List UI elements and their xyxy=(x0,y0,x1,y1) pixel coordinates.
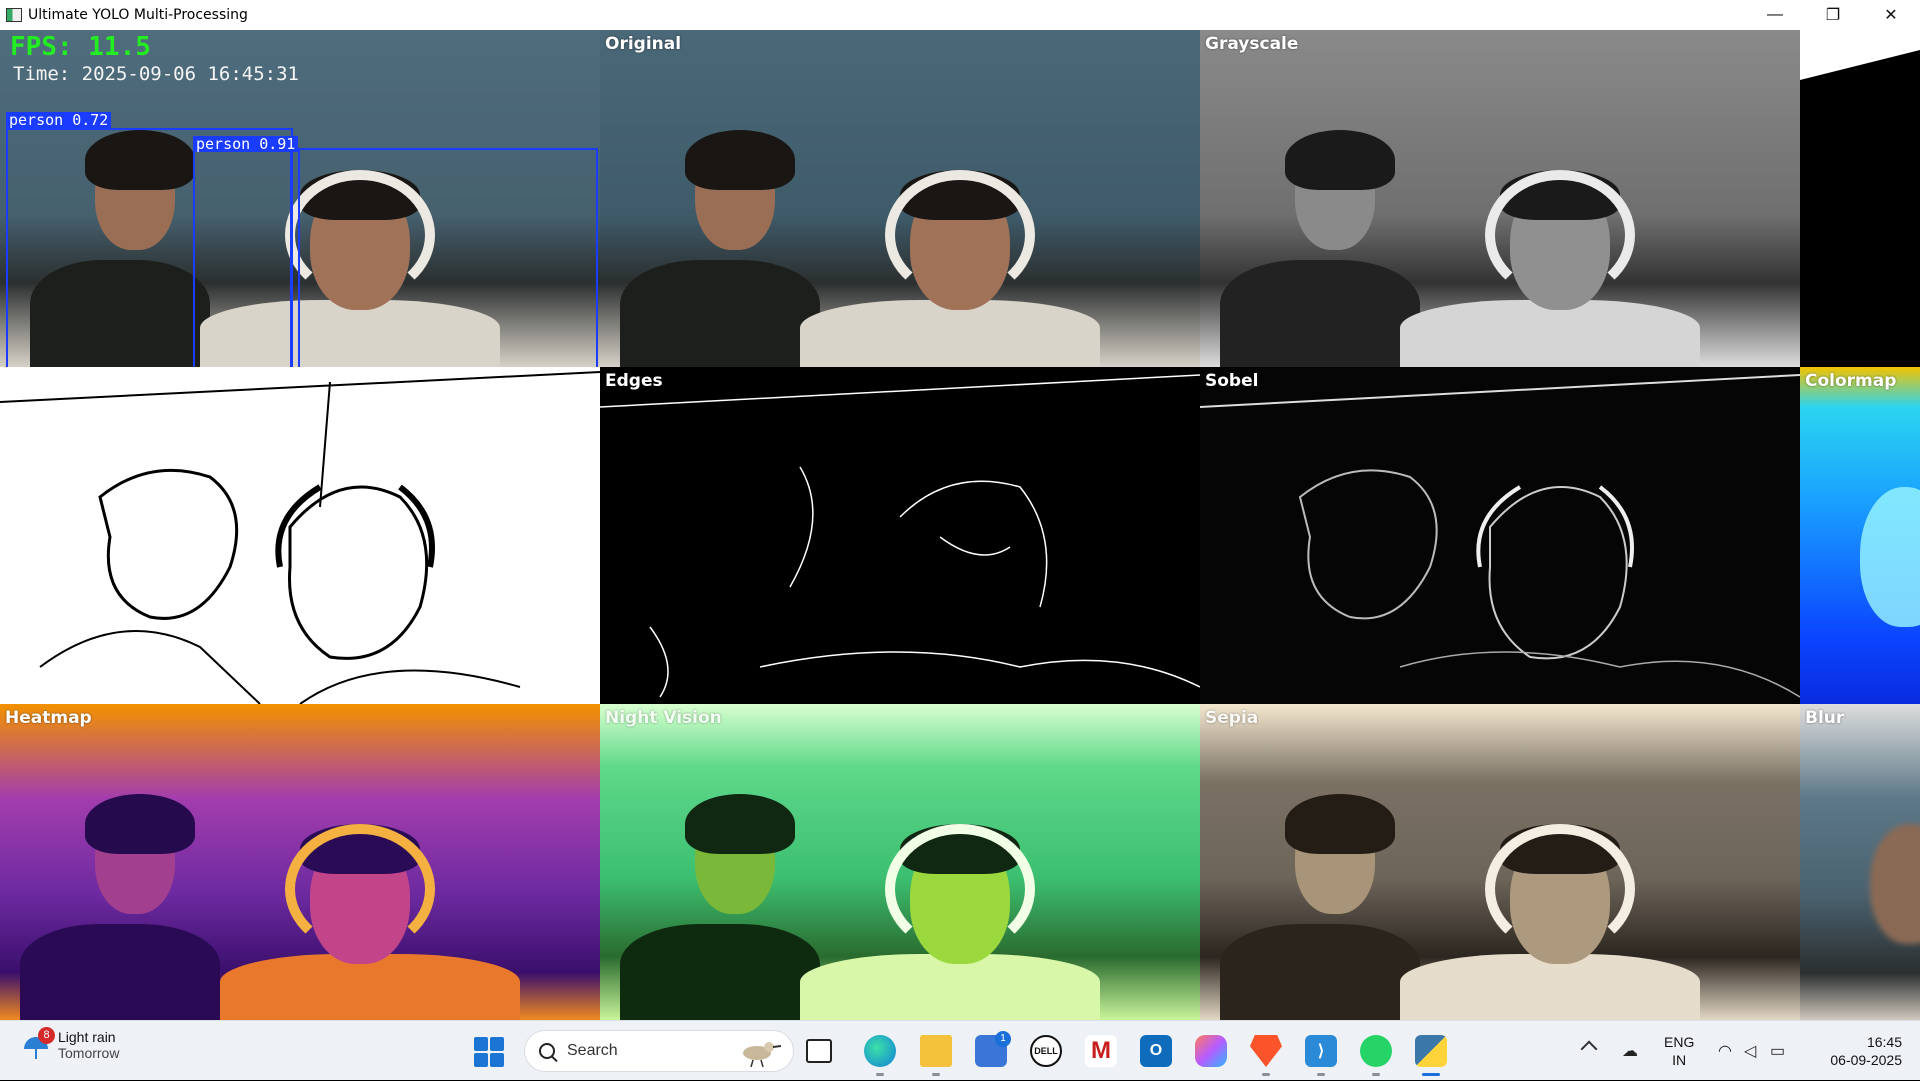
maximize-button[interactable]: ❐ xyxy=(1804,0,1862,30)
mcafee-icon[interactable]: M xyxy=(1085,1035,1117,1067)
search-placeholder: Search xyxy=(567,1042,618,1059)
heatmap-tile: Heatmap xyxy=(0,704,600,1020)
tile-label-sobel: Sobel xyxy=(1205,371,1259,391)
tile-label-edges: Edges xyxy=(605,371,663,391)
tile-label-grayscale: Grayscale xyxy=(1205,34,1299,54)
taskbar-clock[interactable]: 16:45 06-09-2025 xyxy=(1812,1033,1902,1069)
umbrella-rain-icon: 8 xyxy=(22,1027,55,1059)
tile-label-night-vision: Night Vision xyxy=(605,708,722,728)
window-titlebar: Ultimate YOLO Multi-Processing — ❐ ✕ xyxy=(0,0,1920,30)
region-code: IN xyxy=(1672,1052,1687,1068)
tile-label-sepia: Sepia xyxy=(1205,708,1259,728)
app-icon xyxy=(6,8,22,22)
task-view-icon[interactable] xyxy=(806,1039,832,1063)
language-code: ENG xyxy=(1664,1034,1695,1050)
search-icon xyxy=(539,1043,555,1059)
file-explorer-icon[interactable] xyxy=(920,1035,952,1067)
original-tile: Original xyxy=(600,30,1200,367)
store-badge: 1 xyxy=(995,1031,1011,1047)
window-title: Ultimate YOLO Multi-Processing xyxy=(28,7,248,23)
battery-icon[interactable]: ▭ xyxy=(1770,1041,1785,1061)
minimize-button[interactable]: — xyxy=(1746,0,1804,30)
sepia-tile: Sepia xyxy=(1200,704,1800,1020)
edge-browser-icon[interactable] xyxy=(864,1035,896,1067)
sketch-lines xyxy=(0,371,600,704)
windows-start-button[interactable] xyxy=(474,1037,504,1067)
threshold-tile-partial xyxy=(1800,30,1920,367)
detection-label: person 0.91 xyxy=(193,136,299,152)
sketch-tile xyxy=(0,367,600,704)
sobel-tile: Sobel xyxy=(1200,367,1800,704)
detection-label: person 0.72 xyxy=(6,112,112,128)
vscode-icon[interactable]: ⟩ xyxy=(1305,1035,1337,1067)
tile-label-colormap: Colormap xyxy=(1805,371,1897,391)
close-button[interactable]: ✕ xyxy=(1862,0,1920,30)
night-vision-tile: Night Vision xyxy=(600,704,1200,1020)
taskbar-search-box[interactable]: Search xyxy=(524,1030,794,1072)
fps-counter: FPS: 11.5 xyxy=(10,32,151,62)
whatsapp-icon[interactable] xyxy=(1360,1035,1392,1067)
tile-label-heatmap: Heatmap xyxy=(5,708,92,728)
onedrive-error-icon[interactable]: ☁ xyxy=(1622,1041,1638,1061)
video-grid: FPS: 11.5 Time: 2025-09-06 16:45:31 pers… xyxy=(0,30,1920,1020)
detection-box xyxy=(290,148,598,367)
edge-lines xyxy=(600,374,1200,698)
python-app-icon[interactable] xyxy=(1415,1035,1447,1067)
brave-browser-icon[interactable] xyxy=(1250,1035,1282,1067)
outlook-icon[interactable]: O xyxy=(1140,1035,1172,1067)
language-indicator[interactable]: ENG IN xyxy=(1664,1033,1694,1069)
volume-icon[interactable]: ◁ xyxy=(1744,1041,1756,1061)
weather-widget[interactable]: 8 Light rain Tomorrow xyxy=(22,1027,120,1061)
bird-search-highlight-icon xyxy=(743,1042,781,1067)
weather-condition: Light rain xyxy=(58,1029,116,1045)
copilot-icon[interactable] xyxy=(1195,1035,1227,1067)
grayscale-tile: Grayscale xyxy=(1200,30,1800,367)
window-controls: — ❐ ✕ xyxy=(1746,0,1920,30)
show-hidden-icons-chevron-icon[interactable] xyxy=(1580,1040,1598,1058)
taskbar: 8 Light rain Tomorrow Search 1 DELL M O … xyxy=(0,1020,1920,1080)
detection-box xyxy=(193,148,300,367)
edges-tile: Edges xyxy=(600,367,1200,704)
timestamp-readout: Time: 2025-09-06 16:45:31 xyxy=(13,63,299,85)
blur-tile-partial: Blur xyxy=(1800,704,1920,1020)
clock-time: 16:45 xyxy=(1866,1034,1902,1050)
weather-badge: 8 xyxy=(38,1027,55,1044)
wifi-icon[interactable]: ◠ xyxy=(1718,1041,1732,1061)
clock-date: 06-09-2025 xyxy=(1830,1052,1902,1068)
sobel-lines xyxy=(1200,374,1800,698)
dell-icon[interactable]: DELL xyxy=(1030,1035,1062,1067)
tile-label-original: Original xyxy=(605,34,682,54)
colormap-tile-partial: Colormap xyxy=(1800,367,1920,704)
yolo-detection-tile: FPS: 11.5 Time: 2025-09-06 16:45:31 pers… xyxy=(0,30,600,367)
tile-label-blur: Blur xyxy=(1805,708,1845,728)
weather-when: Tomorrow xyxy=(58,1045,120,1061)
